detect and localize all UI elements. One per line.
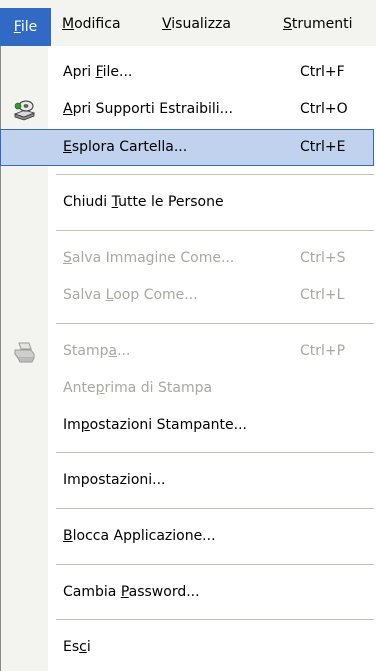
menu-modifica-label: odifica [74,16,121,32]
menu-item-shortcut: Ctrl+O [300,101,348,117]
menu-item-label: Salva Immagine Come... [63,250,235,266]
menu-strumenti-label: trumenti [291,16,353,32]
menu-item-apri-supporti-estraibili[interactable]: Apri Supporti Estraibili... Ctrl+O [0,91,374,128]
menu-item-label: Apri File... [63,64,133,80]
menu-item-label: Chiudi Tutte le Persone [63,194,224,210]
menu-modifica-access-key: M [62,16,75,32]
menu-separator [56,230,374,231]
menu-file[interactable]: File [0,8,51,46]
menu-item-stampa[interactable]: Stampa... Ctrl+P [0,333,374,370]
menu-item-impostazioni-stampante[interactable]: Impostazioni Stampante... [0,407,374,444]
menu-item-label: Cambia Password... [63,584,200,600]
menu-item-shortcut: Ctrl+S [300,250,346,266]
menu-file-label: ile [20,19,38,35]
menu-item-label: Salva Loop Come... [63,287,198,303]
menu-separator [56,508,374,509]
menu-visualizza-access-key: V [162,16,172,32]
menu-item-shortcut: Ctrl+L [300,287,345,303]
menu-item-label: Anteprima di Stampa [63,380,213,396]
menu-separator [56,452,374,453]
menu-item-shortcut: Ctrl+F [300,64,345,80]
menu-item-shortcut: Ctrl+E [300,139,346,155]
menu-item-label: Esplora Cartella... [63,139,188,155]
menu-separator [56,619,374,620]
menu-item-label: Blocca Applicazione... [63,528,216,544]
removable-media-icon [13,100,36,121]
menu-item-salva-loop-come[interactable]: Salva Loop Come... Ctrl+L [0,277,374,314]
menu-item-cambia-password[interactable]: Cambia Password... [0,574,374,611]
menu-item-esci[interactable]: Esci [0,629,374,666]
menu-item-chiudi-tutte-le-persone[interactable]: Chiudi Tutte le Persone [0,184,374,221]
menu-item-anteprima-di-stampa[interactable]: Anteprima di Stampa [0,370,374,407]
menu-strumenti[interactable]: Strumenti [283,12,353,36]
menu-visualizza[interactable]: Visualizza [162,12,231,36]
printer-icon [14,342,35,363]
menu-modifica[interactable]: Modifica [62,12,121,36]
menu-item-blocca-applicazione[interactable]: Blocca Applicazione... [0,518,374,555]
menu-item-label: Impostazioni Stampante... [63,417,248,433]
menu-item-shortcut: Ctrl+P [300,343,346,359]
menu-separator [56,564,374,565]
menu-item-label: Impostazioni... [63,472,166,488]
file-dropdown-menu: Apri File... Ctrl+F Apri Supporti Estrai… [0,46,376,671]
menu-item-impostazioni[interactable]: Impostazioni... [0,462,374,499]
menu-item-salva-immagine-come[interactable]: Salva Immagine Come... Ctrl+S [0,240,374,277]
menu-bar: File Modifica Visualizza Strumenti [0,0,376,47]
menu-item-label: Stampa... [63,343,131,359]
menu-separator [56,174,374,175]
menu-separator [56,323,374,324]
menu-item-label: Apri Supporti Estraibili... [63,101,234,117]
menu-file-access-key: F [13,19,21,35]
menu-item-apri-file[interactable]: Apri File... Ctrl+F [0,54,374,91]
menu-item-esplora-cartella[interactable]: Esplora Cartella... Ctrl+E [0,129,374,166]
menu-visualizza-label: isualizza [171,16,231,32]
menu-item-label: Esci [63,639,91,655]
menu-strumenti-access-key: S [283,16,292,32]
